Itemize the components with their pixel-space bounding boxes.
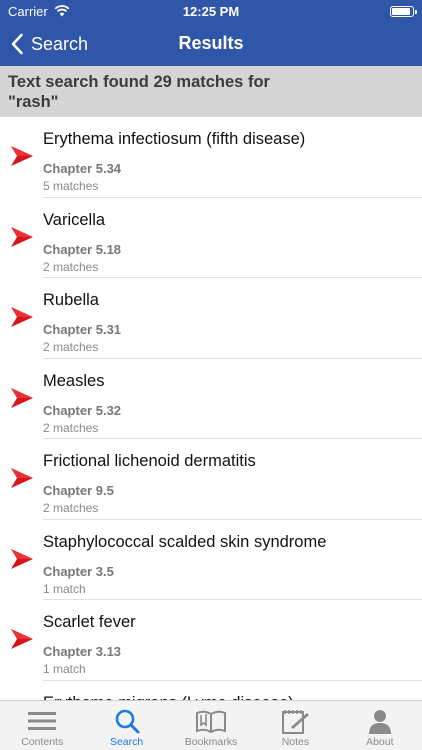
page-title: Results <box>178 33 244 53</box>
result-title: Scarlet fever <box>43 613 136 631</box>
result-match-count: 5 matches <box>43 179 99 193</box>
tab-label: Notes <box>281 736 310 748</box>
result-row[interactable]: Measles Chapter 5.32 2 matches <box>0 359 422 439</box>
result-title: Frictional lichenoid dermatitis <box>43 452 256 470</box>
result-row[interactable]: Erythema infectiosum (fifth disease) Chap… <box>0 117 422 198</box>
red-arrow-icon <box>11 226 33 247</box>
tab-bar: Contents Search Bookmarks Notes About <box>0 700 422 750</box>
tab-notes[interactable]: Notes <box>253 701 337 750</box>
result-match-count: 1 match <box>43 581 86 596</box>
tab-label: About <box>366 736 394 748</box>
red-arrow-icon <box>11 146 33 166</box>
red-arrow-icon <box>11 387 33 408</box>
navigation-bar: Search Results <box>0 22 422 66</box>
red-arrow-icon <box>11 468 33 488</box>
result-row[interactable]: Varicella Chapter 5.18 2 matches <box>0 198 422 278</box>
result-match-count: 2 matches <box>43 340 99 354</box>
tab-label: Bookmarks <box>184 736 238 748</box>
red-arrow-icon <box>11 307 33 327</box>
result-chapter: Chapter 5.31 <box>43 322 122 337</box>
search-query-text: "rash" <box>8 93 59 111</box>
tab-search[interactable]: Search <box>84 701 168 750</box>
result-title: Measles <box>43 371 105 390</box>
top-bar: Carrier 12:25 PM Search Results <box>0 0 422 66</box>
tab-contents[interactable]: Contents <box>0 701 84 750</box>
result-row[interactable]: Scarlet fever Chapter 3.13 1 match <box>0 600 422 681</box>
result-row[interactable]: Frictional lichenoid dermatitis Chapter 9… <box>0 439 422 520</box>
result-title: Varicella <box>43 210 106 229</box>
result-chapter: Chapter 5.18 <box>43 241 122 257</box>
result-title: Erythema infectiosum (fifth disease) <box>43 130 306 148</box>
result-chapter: Chapter 3.13 <box>43 644 122 659</box>
battery-icon <box>390 6 417 17</box>
status-time: 12:25 PM <box>182 4 240 19</box>
result-chapter: Chapter 3.5 <box>43 563 114 579</box>
red-arrow-icon <box>11 629 33 649</box>
result-chapter: Chapter 5.32 <box>43 402 122 418</box>
result-match-count: 2 matches <box>43 259 99 274</box>
result-match-count: 2 matches <box>43 501 99 515</box>
tab-label: Contents <box>21 736 64 748</box>
result-chapter: Chapter 9.5 <box>43 483 114 498</box>
tab-label: Search <box>109 736 144 748</box>
status-bar: Carrier 12:25 PM <box>0 0 422 22</box>
result-title: Rubella <box>43 291 99 309</box>
result-row[interactable]: Staphylococcal scalded skin syndrome Chap… <box>0 520 422 600</box>
results-list[interactable]: Erythema infectiosum (fifth disease) Chap… <box>0 117 422 700</box>
tab-bookmarks[interactable]: Bookmarks <box>169 701 253 750</box>
battery-level <box>392 8 411 15</box>
result-row[interactable]: Erythema migrans (Lyme disease) <box>0 681 422 701</box>
tab-about[interactable]: About <box>338 701 422 750</box>
result-row[interactable]: Rubella Chapter 5.31 2 matches <box>0 278 422 359</box>
search-summary-text: Text search found 29 matches for <box>8 73 270 91</box>
result-match-count: 1 match <box>43 662 86 676</box>
result-title: Staphylococcal scalded skin syndrome <box>43 532 327 551</box>
search-summary-banner: Text search found 29 matches for "rash" <box>0 66 422 117</box>
result-chapter: Chapter 5.34 <box>43 161 122 176</box>
result-match-count: 2 matches <box>43 420 99 435</box>
red-arrow-icon <box>11 548 33 569</box>
